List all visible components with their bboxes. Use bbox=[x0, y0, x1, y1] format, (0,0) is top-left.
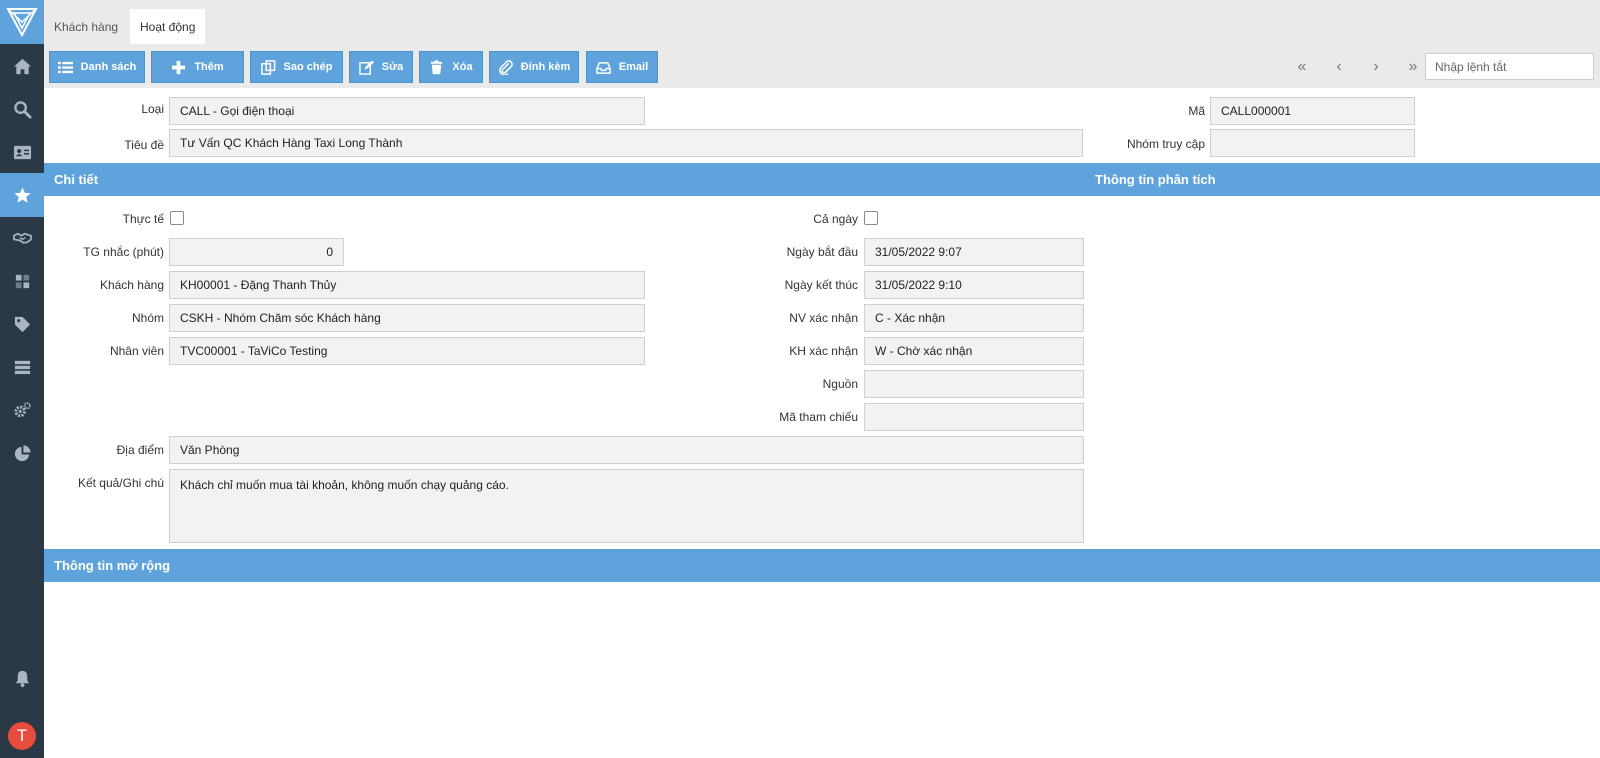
email-button[interactable]: Email bbox=[586, 51, 658, 83]
edit-icon bbox=[359, 59, 374, 75]
extended-section-title: Thông tin mở rộng bbox=[54, 558, 171, 573]
customer-confirm-field[interactable]: W - Chờ xác nhận bbox=[864, 337, 1084, 365]
customer-label: Khách hàng bbox=[99, 278, 164, 292]
reference-field[interactable] bbox=[864, 403, 1084, 431]
command-input[interactable] bbox=[1425, 53, 1594, 80]
location-label: Địa điểm bbox=[116, 443, 164, 457]
dashboard-icon[interactable] bbox=[0, 259, 44, 303]
list-icon bbox=[57, 61, 73, 73]
result-label: Kết quả/Ghi chú bbox=[77, 476, 164, 490]
add-button[interactable]: Thêm bbox=[151, 51, 244, 83]
result-textarea[interactable]: Khách chỉ muốn mua tài khoản, không muốn… bbox=[169, 469, 1084, 543]
start-date-label: Ngày bắt đầu bbox=[786, 245, 858, 259]
delete-button-label: Xóa bbox=[452, 61, 473, 73]
avatar[interactable]: T bbox=[8, 722, 36, 750]
email-button-label: Email bbox=[618, 61, 649, 73]
allday-label: Cả ngày bbox=[813, 212, 858, 226]
allday-checkbox[interactable] bbox=[864, 211, 878, 225]
start-date-field[interactable]: 31/05/2022 9:07 bbox=[864, 238, 1084, 266]
title-field[interactable]: Tư Vấn QC Khách Hàng Taxi Long Thành bbox=[169, 129, 1083, 157]
employee-label: Nhân viên bbox=[109, 344, 164, 358]
top-bar: Khách hàng Hoạt động Danh sách Thêm Sao … bbox=[44, 0, 1600, 88]
actual-checkbox[interactable] bbox=[170, 211, 184, 225]
copy-button[interactable]: Sao chép bbox=[250, 51, 343, 83]
staff-confirm-label: NV xác nhận bbox=[789, 311, 858, 325]
reference-label: Mã tham chiếu bbox=[779, 410, 858, 424]
tab-khach-hang[interactable]: Khách hàng bbox=[44, 9, 128, 44]
last-record-icon[interactable]: » bbox=[1402, 56, 1424, 78]
home-icon[interactable] bbox=[0, 44, 44, 88]
list-button[interactable]: Danh sách bbox=[49, 51, 145, 83]
settings-icon[interactable] bbox=[0, 388, 44, 432]
first-record-icon[interactable]: « bbox=[1291, 56, 1313, 78]
actual-label: Thực tế bbox=[122, 212, 164, 226]
tag-icon[interactable] bbox=[0, 302, 44, 346]
end-date-field[interactable]: 31/05/2022 9:10 bbox=[864, 271, 1084, 299]
pie-chart-icon[interactable] bbox=[0, 431, 44, 475]
staff-confirm-field[interactable]: C - Xác nhận bbox=[864, 304, 1084, 332]
group-label: Nhóm bbox=[131, 311, 164, 325]
contact-card-icon[interactable] bbox=[0, 130, 44, 174]
type-field[interactable]: CALL - Gọi điện thoại bbox=[169, 97, 645, 125]
employee-field[interactable]: TVC00001 - TaViCo Testing bbox=[169, 337, 645, 365]
paperclip-icon bbox=[498, 59, 513, 75]
group-field[interactable]: CSKH - Nhóm Chăm sóc Khách hàng bbox=[169, 304, 645, 332]
location-field[interactable]: Văn Phòng bbox=[169, 436, 1084, 464]
edit-button[interactable]: Sửa bbox=[349, 51, 413, 83]
previous-record-icon[interactable]: ‹ bbox=[1328, 56, 1350, 78]
code-field[interactable]: CALL000001 bbox=[1210, 97, 1415, 125]
edit-button-label: Sửa bbox=[381, 61, 404, 73]
delete-button[interactable]: Xóa bbox=[419, 51, 483, 83]
title-label: Tiêu đề bbox=[124, 138, 164, 152]
copy-icon bbox=[260, 59, 275, 75]
handshake-icon[interactable] bbox=[0, 216, 44, 260]
source-label: Nguồn bbox=[822, 377, 858, 391]
attach-button-label: Đính kèm bbox=[520, 61, 571, 73]
detail-section-title: Chi tiết bbox=[54, 172, 99, 187]
server-icon[interactable] bbox=[0, 345, 44, 389]
end-date-label: Ngày kết thúc bbox=[784, 278, 858, 292]
access-group-label: Nhóm truy cập bbox=[1126, 137, 1205, 151]
code-label: Mã bbox=[1188, 104, 1205, 118]
tab-hoat-dong[interactable]: Hoạt động bbox=[130, 9, 206, 44]
source-field[interactable] bbox=[864, 370, 1084, 398]
access-group-field[interactable] bbox=[1210, 129, 1415, 157]
sidebar: T bbox=[0, 0, 44, 758]
star-icon[interactable] bbox=[0, 173, 44, 217]
customer-confirm-label: KH xác nhận bbox=[789, 344, 858, 358]
search-icon[interactable] bbox=[0, 87, 44, 131]
trash-icon bbox=[431, 59, 443, 74]
copy-button-label: Sao chép bbox=[283, 61, 333, 73]
bell-icon[interactable] bbox=[0, 656, 44, 700]
next-record-icon[interactable]: › bbox=[1365, 56, 1387, 78]
plus-icon bbox=[172, 60, 186, 74]
inbox-icon bbox=[596, 61, 611, 74]
reminder-field[interactable]: 0 bbox=[169, 238, 344, 266]
analysis-section-title: Thông tin phân tích bbox=[1095, 172, 1216, 187]
list-button-label: Danh sách bbox=[80, 61, 137, 73]
extended-section-header: Thông tin mở rộng bbox=[44, 549, 1600, 582]
type-label: Loại bbox=[141, 102, 164, 116]
customer-field[interactable]: KH00001 - Đặng Thanh Thủy bbox=[169, 271, 645, 299]
reminder-label: TG nhắc (phút) bbox=[83, 245, 164, 259]
attach-button[interactable]: Đính kèm bbox=[489, 51, 579, 83]
add-button-label: Thêm bbox=[194, 61, 224, 73]
detail-section-header: Chi tiết Thông tin phân tích bbox=[44, 163, 1600, 196]
logo-icon[interactable] bbox=[0, 0, 44, 44]
